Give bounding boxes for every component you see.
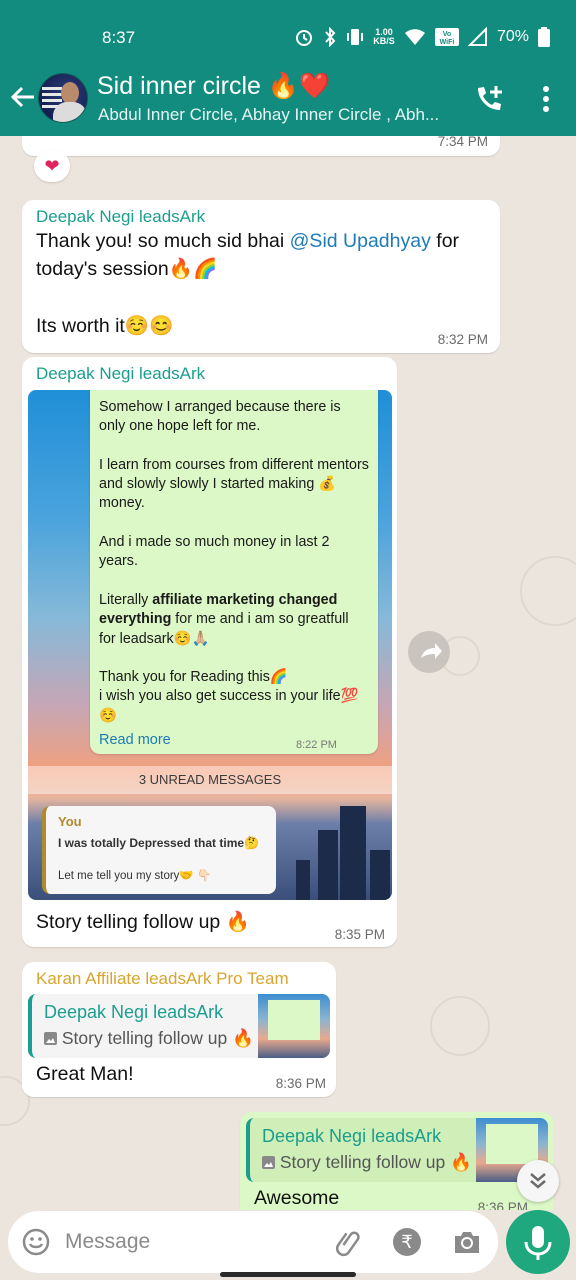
attach-icon[interactable]: [334, 1227, 364, 1257]
message-time: 8:32 PM: [437, 332, 488, 347]
home-indicator[interactable]: [220, 1272, 356, 1277]
chat-area[interactable]: 7:34 PM ❤ Deepak Negi leadsArk Thank you…: [0, 136, 576, 1210]
status-time: 8:37: [102, 28, 136, 47]
chat-header: Sid inner circle 🔥❤️ Abdul Inner Circle,…: [0, 62, 576, 136]
message-time: 7:34 PM: [437, 136, 488, 149]
battery-percent: 70%: [496, 28, 529, 45]
message-text: Awesome: [254, 1187, 340, 1209]
sender-name[interactable]: Deepak Negi leadsArk: [36, 207, 205, 227]
emoji-icon[interactable]: [22, 1228, 50, 1256]
wifi-icon: [404, 29, 425, 45]
message-time: 8:35 PM: [334, 927, 385, 942]
double-chevron-down-icon: [530, 1173, 546, 1189]
unread-banner: 3 UNREAD MESSAGES: [28, 766, 392, 794]
group-avatar[interactable]: [38, 73, 88, 123]
heart-reaction[interactable]: ❤: [34, 150, 70, 182]
add-call-icon[interactable]: [472, 82, 506, 116]
sender-name[interactable]: Deepak Negi leadsArk: [36, 364, 205, 384]
more-vert-icon[interactable]: [536, 84, 556, 114]
vowifi-icon: VoWiFi: [434, 28, 459, 46]
outgoing-message-bubble[interactable]: Deepak Negi leadsArk Story telling follo…: [240, 1112, 554, 1210]
quoted-reply[interactable]: Deepak Negi leadsArk Story telling follo…: [246, 1118, 548, 1182]
screenshot-image[interactable]: Somehow I arranged because there is only…: [28, 390, 392, 900]
forward-icon: [421, 643, 442, 659]
svg-text:Vo: Vo: [443, 31, 451, 38]
data-speed: 1.00 KB/S: [373, 27, 395, 46]
status-bar: 8:37 1.00 KB/S Vo WiFi 70%: [0, 0, 576, 62]
read-more-link: Read more: [99, 732, 171, 748]
message-composer[interactable]: Message ₹: [8, 1211, 498, 1273]
inner-time: 8:22 PM: [296, 739, 337, 751]
chat-members[interactable]: Abdul Inner Circle, Abhay Inner Circle ,…: [98, 105, 439, 125]
back-arrow-icon[interactable]: [8, 82, 38, 112]
image-icon: [44, 1032, 57, 1045]
message-text: today's session🔥🌈: [36, 258, 218, 280]
image-icon: [262, 1156, 275, 1169]
mic-button[interactable]: [506, 1210, 570, 1274]
message-time: 8:36 PM: [275, 1076, 326, 1091]
svg-text:WiFi: WiFi: [440, 39, 455, 46]
sender-name[interactable]: Karan Affiliate leadsArk Pro Team: [36, 969, 289, 989]
bluetooth-icon: [325, 27, 336, 47]
camera-icon[interactable]: [452, 1228, 482, 1256]
signal-icon: [467, 27, 487, 46]
screenshot-quote: You I was totally Depressed that time🤔 L…: [42, 806, 276, 894]
previous-message-bubble[interactable]: 7:34 PM: [22, 136, 500, 156]
image-message-bubble[interactable]: Deepak Negi leadsArk Somehow I arranged …: [22, 357, 397, 947]
mic-icon: [524, 1226, 552, 1260]
battery-icon: [538, 27, 550, 47]
message-text: Thank you! so much sid bhai @Sid Upadhya…: [36, 230, 460, 252]
message-bubble[interactable]: Deepak Negi leadsArk Thank you! so much …: [22, 200, 500, 353]
status-icons: 1.00 KB/S Vo WiFi 70%: [294, 27, 550, 47]
message-text: Great Man!: [36, 1063, 134, 1085]
payment-icon[interactable]: ₹: [393, 1228, 421, 1256]
mention-link[interactable]: @Sid Upadhyay: [290, 230, 431, 252]
screenshot-message: Somehow I arranged because there is only…: [90, 390, 378, 754]
vibrate-icon: [346, 29, 363, 45]
reply-message-bubble[interactable]: Karan Affiliate leadsArk Pro Team Deepak…: [22, 962, 336, 1097]
message-text: Its worth it☺️😊: [36, 315, 174, 337]
quoted-reply[interactable]: Deepak Negi leadsArk Story telling follo…: [28, 994, 330, 1058]
forward-button[interactable]: [408, 631, 450, 673]
quoted-thumbnail: [258, 994, 330, 1058]
alarm-icon: [295, 30, 312, 46]
chat-title[interactable]: Sid inner circle 🔥❤️: [97, 72, 330, 101]
message-input[interactable]: Message: [65, 1230, 150, 1254]
scroll-to-bottom-button[interactable]: [517, 1160, 559, 1202]
image-caption: Story telling follow up 🔥: [36, 911, 250, 933]
